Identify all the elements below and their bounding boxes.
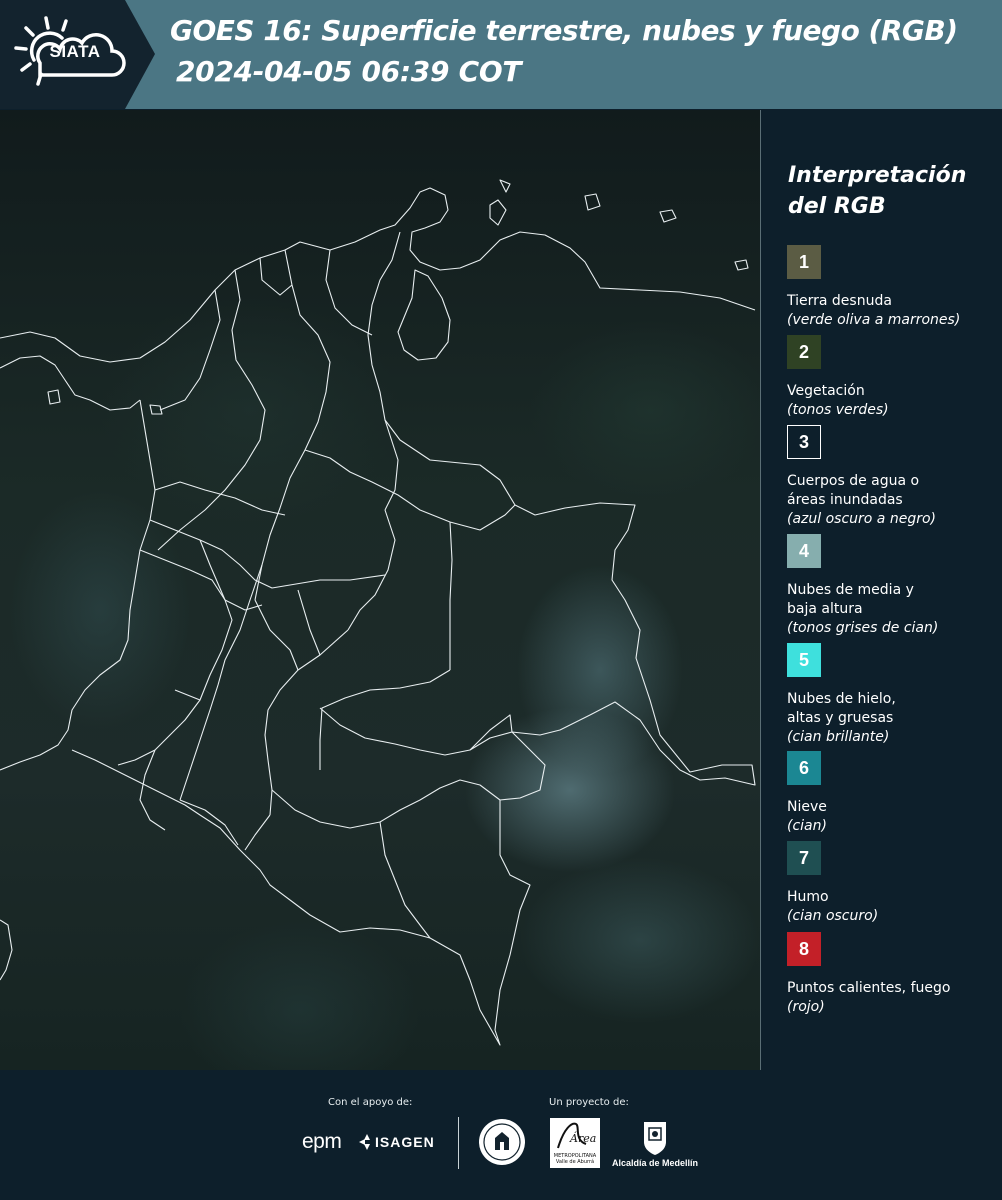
department-boundary (325, 249, 373, 336)
island-outline (0, 919, 13, 981)
university-seal-icon (479, 1119, 525, 1165)
isagen-logo: ISAGEN (375, 1134, 435, 1150)
department-boundary (254, 249, 331, 601)
legend-item-water: 3 Cuerpos de agua o áreas inundadas (azu… (787, 425, 997, 529)
area-metropolitana-icon: Área (557, 1122, 596, 1149)
legend-item-fire: 8 Puntos calientes, fuego (rojo) (787, 932, 997, 1017)
department-boundary (174, 689, 201, 701)
national-border (71, 231, 756, 1046)
header: SIATA GOES 16: Superficie terrestre, nub… (0, 0, 1002, 109)
legend-item-smoke: 7 Humo (cian oscuro) (787, 841, 997, 926)
island-outline (489, 199, 507, 226)
department-boundary (199, 539, 226, 601)
legend-sub: (cian) (787, 818, 827, 834)
panama-outline (0, 355, 141, 411)
legend-sub: (verde oliva a marrones) (787, 312, 961, 328)
legend-label: Humo (787, 889, 829, 905)
page-timestamp: 2024-04-05 06:39 COT (176, 55, 522, 88)
legend-item-vegetation: 2 Vegetación (tonos verdes) (787, 335, 997, 420)
borders (0, 179, 756, 1046)
department-boundary (139, 749, 166, 831)
island-outline (47, 389, 61, 405)
legend-label: Tierra desnuda (787, 293, 892, 309)
epm-logo: epm (302, 1130, 342, 1153)
department-boundary (159, 289, 221, 411)
legend-title: Interpretación del RGB (788, 163, 967, 219)
pacific-coastline (0, 399, 156, 771)
legend-label: Cuerpos de agua o áreas inundadas (787, 473, 920, 508)
legend-swatch: 4 (787, 534, 821, 568)
legend-item-snow: 6 Nieve (cian) (787, 751, 997, 836)
department-boundary (319, 707, 513, 756)
department-boundary (347, 509, 396, 631)
amva-mark: Área (569, 1131, 596, 1145)
legend-swatch: 5 (787, 643, 821, 677)
support-label: Con el apoyo de: (328, 1097, 413, 1108)
department-boundary (304, 449, 516, 531)
department-boundary (384, 419, 399, 511)
medellin-logo-text: Alcaldía de Medellín (612, 1158, 699, 1168)
department-boundary (271, 779, 501, 829)
legend-sub: (rojo) (787, 999, 825, 1015)
area-metropolitana-logo: Área METROPOLITANA Valle de Aburrá (550, 1118, 600, 1168)
legend-sub: (azul oscuro a negro) (787, 511, 936, 527)
department-boundary (297, 589, 321, 656)
legend-swatch: 1 (787, 245, 821, 279)
legend-swatch: 7 (787, 841, 821, 875)
legend-item-ice-clouds: 5 Nubes de hielo, altas y gruesas (cian … (787, 643, 997, 747)
legend-label: Nubes de hielo, altas y gruesas (787, 691, 896, 726)
department-boundary (157, 269, 266, 551)
maracaibo-lake (397, 269, 451, 361)
medellin-shield-icon (644, 1122, 666, 1155)
siata-logo-text: SIATA (49, 42, 101, 61)
legend-sub: (cian brillante) (787, 729, 890, 745)
department-boundary (319, 669, 451, 770)
legend-swatch: 8 (787, 932, 821, 966)
island-outline (499, 179, 511, 193)
department-boundary (469, 731, 513, 751)
department-boundary (254, 599, 299, 671)
island-outline (659, 209, 677, 223)
legend-sub: (cian oscuro) (787, 908, 879, 924)
department-boundary (154, 481, 286, 516)
department-boundary (264, 629, 349, 816)
legend-label: Nieve (787, 799, 827, 815)
page-title: GOES 16: Superficie terrestre, nubes y f… (170, 14, 958, 47)
caribbean-coastline (0, 187, 756, 363)
island-outline (584, 193, 601, 211)
department-boundary (179, 564, 263, 801)
satellite-map[interactable] (0, 110, 761, 1070)
legend-swatch: 6 (787, 751, 821, 785)
isagen-icon (359, 1134, 370, 1150)
legend-swatch: 2 (787, 335, 821, 369)
legend-item-bare-soil: 1 Tierra desnuda (verde oliva a marrones… (787, 245, 997, 330)
department-boundary (449, 521, 453, 670)
department-boundary (224, 599, 263, 611)
project-label: Un proyecto de: (549, 1097, 629, 1108)
department-boundary (244, 814, 271, 851)
legend-item-mid-low-clouds: 4 Nubes de media y baja altura (tonos gr… (787, 534, 997, 638)
footer: Con el apoyo de: Un proyecto de: epm ISA… (0, 1070, 1002, 1200)
department-boundary (149, 519, 386, 589)
department-boundary (379, 821, 431, 939)
legend-swatch: 3 (787, 425, 821, 459)
island-outline (734, 259, 749, 271)
amva-text: METROPOLITANA Valle de Aburrá (553, 1153, 597, 1165)
legend-label: Puntos calientes, fuego (787, 980, 951, 996)
map-overlay (0, 179, 756, 1046)
legend-sub: (tonos verdes) (787, 402, 889, 418)
legend-label: Nubes de media y baja altura (787, 582, 914, 617)
footer-divider (458, 1117, 459, 1169)
legend-label: Vegetación (787, 383, 865, 399)
legend-sub: (tonos grises de cian) (787, 620, 939, 636)
